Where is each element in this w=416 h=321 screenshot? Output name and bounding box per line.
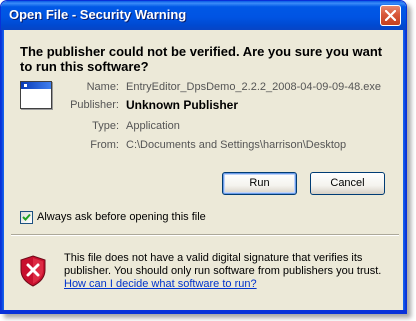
close-button[interactable] bbox=[380, 5, 401, 26]
publisher-label: Publisher: bbox=[70, 99, 119, 111]
window-title: Open File - Security Warning bbox=[9, 7, 187, 22]
name-label: Name: bbox=[86, 81, 119, 93]
warning-heading: The publisher could not be verified. Are… bbox=[20, 44, 383, 74]
always-ask-label[interactable]: Always ask before opening this file bbox=[37, 211, 206, 223]
shield-warning-icon bbox=[20, 255, 46, 287]
security-warning-dialog: Open File - Security Warning The publish… bbox=[0, 0, 407, 314]
close-icon bbox=[385, 10, 396, 21]
title-bar[interactable]: Open File - Security Warning bbox=[1, 1, 406, 30]
type-label: Type: bbox=[92, 120, 119, 132]
always-ask-checkbox[interactable] bbox=[20, 211, 33, 224]
cancel-button[interactable]: Cancel bbox=[310, 172, 385, 195]
window-frame-bottom bbox=[1, 310, 406, 313]
window-frame-right bbox=[403, 30, 406, 313]
from-value: C:\Documents and Settings\harrison\Deskt… bbox=[126, 139, 347, 151]
help-link[interactable]: How can I decide what software to run? bbox=[64, 278, 257, 290]
type-value: Application bbox=[126, 120, 180, 132]
name-value: EntryEditor_DpsDemo_2.2.2_2008-04-09-09-… bbox=[126, 81, 381, 93]
window-frame-left bbox=[1, 30, 4, 313]
run-button[interactable]: Run bbox=[222, 172, 297, 195]
from-label: From: bbox=[90, 139, 119, 151]
separator bbox=[11, 234, 399, 236]
check-icon bbox=[22, 213, 31, 221]
application-icon bbox=[20, 81, 52, 109]
publisher-value: Unknown Publisher bbox=[126, 98, 239, 112]
warning-message: This file does not have a valid digital … bbox=[64, 252, 382, 277]
